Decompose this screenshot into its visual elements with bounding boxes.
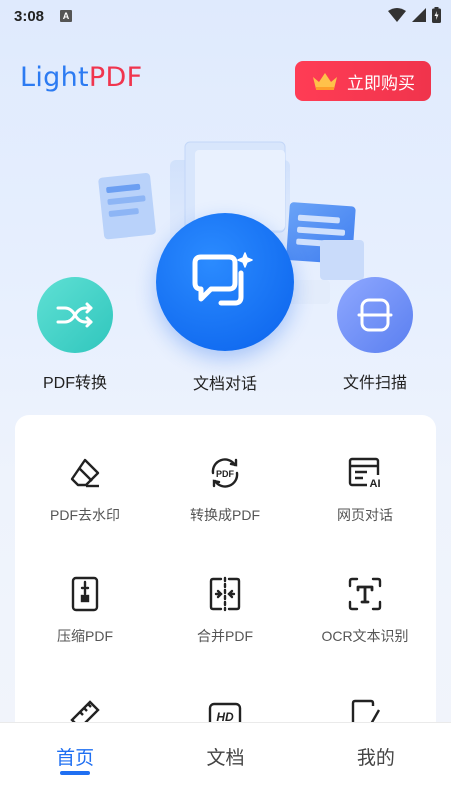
nav-documents-label: 文档 <box>206 748 245 769</box>
tool-web-chat[interactable]: AI 网页对话 <box>295 455 435 525</box>
buy-now-label: 立即购买 <box>347 73 415 93</box>
convert-pdf-icon: PDF <box>207 455 243 491</box>
scan-icon <box>357 298 393 332</box>
shuffle-icon <box>56 302 93 328</box>
tool-remove-watermark[interactable]: PDF去水印 <box>15 455 155 525</box>
wifi-icon <box>388 8 406 22</box>
tool-convert-to-pdf[interactable]: PDF 转换成PDF <box>155 455 295 525</box>
notification-icon: A <box>60 10 73 22</box>
feature-doc-chat[interactable]: 文档对话 <box>150 213 300 394</box>
tool-ocr[interactable]: OCR文本识别 <box>295 576 435 646</box>
buy-now-button[interactable]: 立即购买 <box>295 61 431 101</box>
bottom-nav: 首页 文档 我的 <box>0 722 451 801</box>
tool-label: 转换成PDF <box>190 507 260 523</box>
battery-icon <box>432 7 441 23</box>
tool-label: 压缩PDF <box>57 628 113 644</box>
file-scan-circle <box>337 277 413 353</box>
nav-mine-label: 我的 <box>356 748 395 769</box>
doc-chat-label: 文档对话 <box>192 376 257 393</box>
nav-documents[interactable]: 文档 <box>150 723 300 801</box>
crown-icon <box>313 73 337 90</box>
pdf-convert-circle <box>37 277 113 353</box>
feature-pdf-convert[interactable]: PDF转换 <box>22 277 128 393</box>
status-icons <box>388 7 441 23</box>
nav-home-label: 首页 <box>56 748 95 769</box>
web-ai-icon: AI <box>347 455 383 491</box>
tools-panel: PDF去水印 PDF 转换成PDF AI 网页对话 压缩PDF 合并PDF OC… <box>15 415 436 735</box>
logo-pdf-text: PDF <box>88 62 143 93</box>
app-logo: LightPDF <box>20 62 142 93</box>
signal-icon <box>412 8 426 22</box>
status-bar: 3:08 A <box>0 0 451 32</box>
svg-text:PDF: PDF <box>216 469 235 479</box>
feature-file-scan[interactable]: 文件扫描 <box>322 277 428 393</box>
eraser-icon <box>67 455 103 491</box>
chat-sparkle-icon <box>192 252 253 306</box>
nav-mine[interactable]: 我的 <box>301 723 451 801</box>
svg-text:AI: AI <box>370 478 381 490</box>
status-time: 3:08 <box>14 7 45 25</box>
tool-compress-pdf[interactable]: 压缩PDF <box>15 576 155 646</box>
nav-home[interactable]: 首页 <box>0 723 150 801</box>
compress-icon <box>67 576 103 612</box>
tool-label: OCR文本识别 <box>321 628 409 644</box>
merge-icon <box>207 576 243 612</box>
nav-active-indicator <box>60 771 91 775</box>
tool-merge-pdf[interactable]: 合并PDF <box>155 576 295 646</box>
logo-light-text: Light <box>20 62 89 93</box>
pdf-convert-label: PDF转换 <box>42 375 107 392</box>
ocr-icon <box>347 576 383 612</box>
tool-label: 网页对话 <box>337 507 393 523</box>
doc-chat-circle <box>156 213 294 351</box>
tool-label: 合并PDF <box>197 628 253 644</box>
tool-label: PDF去水印 <box>50 507 120 523</box>
file-scan-label: 文件扫描 <box>342 375 407 392</box>
